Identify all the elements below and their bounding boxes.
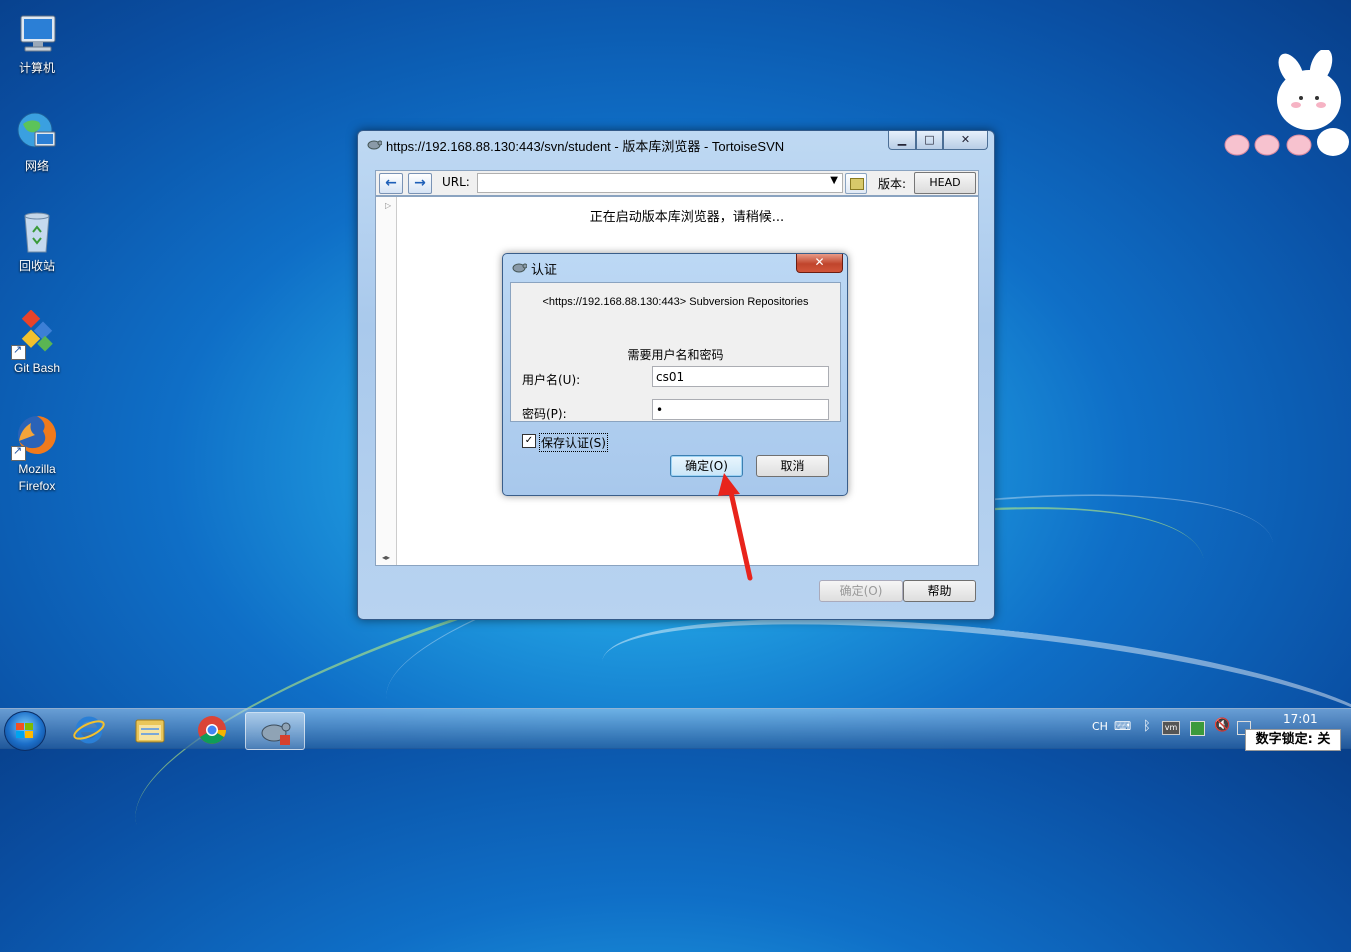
taskbar-chrome[interactable]	[183, 712, 241, 748]
keyboard-icon[interactable]: ⌨	[1114, 719, 1131, 733]
credentials-prompt: 需要用户名和密码	[627, 348, 724, 362]
desktop-icon-label: 计算机	[18, 61, 55, 75]
loading-message: 正在启动版本库浏览器，请稍候...	[589, 210, 785, 225]
desktop-icon-network[interactable]: 网络	[4, 108, 70, 175]
caption-buttons: ▁ □ ✕	[888, 131, 988, 150]
desktop-icon-git-bash[interactable]: Git Bash	[4, 309, 70, 377]
minimize-button[interactable]: ▁	[888, 131, 916, 150]
shortcut-arrow-icon	[11, 343, 26, 360]
desktop-icon-label: 回收站	[18, 259, 55, 273]
username-field[interactable]: cs01	[652, 366, 829, 387]
browser-toolbar: ← → URL: ▼ 版本: HEAD	[375, 170, 979, 196]
dialog-ok-button[interactable]: 确定(O)	[670, 455, 743, 477]
computer-icon	[13, 10, 61, 58]
windows-logo-icon	[16, 723, 34, 739]
ok-button-disabled: 确定(O)	[819, 580, 903, 602]
desktop-icon-label: Mozilla	[18, 462, 56, 476]
taskbar-tortoisesvn[interactable]	[245, 712, 305, 750]
vmware-icon[interactable]: vm	[1162, 721, 1180, 735]
forward-button[interactable]: →	[408, 173, 432, 194]
shortcut-arrow-icon	[11, 444, 26, 461]
revision-head-button[interactable]: HEAD	[914, 172, 976, 194]
volume-muted-icon[interactable]: 🔇	[1214, 718, 1230, 733]
auth-form-panel: <https://192.168.88.130:443> Subversion …	[510, 282, 841, 422]
revision-label: 版本:	[878, 177, 907, 191]
url-label: URL:	[442, 175, 470, 189]
url-combobox[interactable]: ▼	[477, 173, 843, 193]
password-field[interactable]: •	[652, 399, 829, 420]
dialog-cancel-button[interactable]: 取消	[756, 455, 829, 477]
desktop-icon-computer[interactable]: 计算机	[4, 10, 70, 77]
desktop-icon-label: Git Bash	[13, 361, 61, 375]
folder-icon	[850, 178, 864, 190]
save-auth-checkbox[interactable]: ✓	[522, 434, 536, 448]
help-button[interactable]: 帮助	[903, 580, 976, 602]
desktop-icon-firefox[interactable]: Mozilla Firefox	[4, 411, 70, 495]
dialog-close-button[interactable]: ✕	[796, 254, 843, 273]
maximize-button[interactable]: □	[916, 131, 943, 150]
close-button[interactable]: ✕	[943, 131, 988, 150]
dialog-title: 认证	[531, 263, 558, 278]
bluetooth-icon[interactable]: ᛒ	[1143, 719, 1151, 734]
dropdown-arrow-icon[interactable]: ▼	[830, 175, 838, 186]
clock-time[interactable]: 17:01	[1283, 712, 1318, 726]
repository-tree[interactable]: ▷ ◂▸	[376, 197, 397, 565]
chrome-icon	[198, 716, 226, 744]
save-auth-label[interactable]: 保存认证(S)	[539, 433, 608, 452]
desktop-icon-label: 网络	[24, 159, 49, 173]
tortoisesvn-icon	[512, 263, 527, 273]
network-icon	[13, 108, 61, 156]
browse-folder-button[interactable]	[845, 173, 867, 194]
security-check-icon[interactable]	[1190, 721, 1205, 736]
password-label: 密码(P):	[522, 407, 567, 421]
file-explorer-icon	[135, 719, 165, 743]
username-label: 用户名(U):	[522, 373, 581, 387]
taskbar: CH ⌨ ᛒ vm 🔇 17:01 数字锁定: 关	[0, 708, 1351, 751]
wallpaper-streak	[594, 588, 1351, 818]
horizontal-scrollbar[interactable]: ◂▸	[376, 551, 396, 565]
internet-explorer-icon	[73, 716, 105, 744]
desktop-icon-recycle-bin[interactable]: 回收站	[4, 208, 70, 275]
tortoisesvn-icon	[367, 140, 382, 150]
language-indicator[interactable]: CH	[1092, 720, 1108, 733]
git-bash-icon	[11, 309, 61, 360]
start-button[interactable]	[4, 711, 46, 751]
tortoisesvn-icon	[261, 722, 291, 745]
wallpaper-bunny-decoration	[1221, 48, 1351, 160]
desktop-icon-label-line2: Firefox	[18, 479, 56, 493]
back-button[interactable]: ←	[379, 173, 403, 194]
window-title: https://192.168.88.130:443/svn/student -…	[386, 139, 785, 154]
taskbar-file-explorer[interactable]	[121, 712, 179, 748]
auth-dialog[interactable]: 认证 ✕ <https://192.168.88.130:443> Subver…	[502, 253, 848, 496]
realm-text: <https://192.168.88.130:443> Subversion …	[542, 296, 809, 308]
firefox-icon	[11, 411, 61, 461]
taskbar-internet-explorer[interactable]	[60, 712, 118, 748]
recycle-bin-icon	[13, 208, 61, 256]
